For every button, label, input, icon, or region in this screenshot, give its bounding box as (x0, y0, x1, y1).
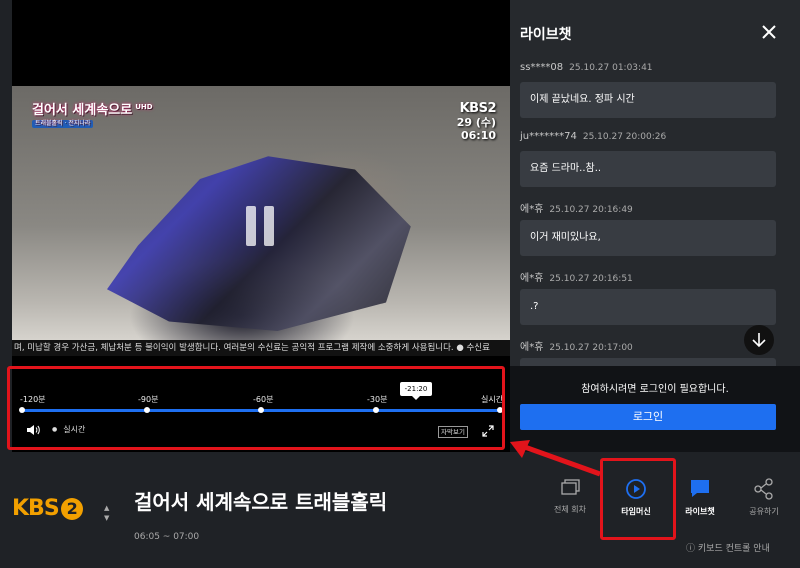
annotation-arrow (510, 440, 601, 477)
all-episodes-button[interactable]: 전체 회차 (540, 478, 600, 515)
channel-bug-logo: KBS2 (459, 101, 497, 116)
share-button[interactable]: 공유하기 (734, 478, 794, 517)
kbs-logo: KBS 2 (12, 496, 83, 521)
scroll-down-button[interactable] (744, 325, 774, 355)
program-title: 걸어서 세계속으로 트래블홀릭 (134, 490, 388, 514)
share-icon (754, 478, 773, 500)
timemachine-highlight-box (600, 458, 676, 540)
chat-time: 25.10.27 20:16:51 (549, 274, 633, 284)
chat-text: .? (520, 289, 776, 325)
chat-time: 25.10.27 20:00:26 (582, 132, 667, 142)
chat-time: 25.10.27 01:03:41 (569, 63, 653, 73)
chat-bubble-icon (691, 480, 709, 497)
broadcast-date: 29 (수) (456, 115, 496, 129)
broadcast-time: 06:10 (460, 128, 496, 142)
episodes-icon (561, 479, 580, 495)
channel-stepper[interactable]: ▲ ▼ (104, 503, 109, 523)
program-time: 06:05 ~ 07:00 (134, 532, 200, 542)
chat-message: ss****08 25.10.27 01:03:41 이제 끝났네요. 정파 시간 (520, 62, 776, 118)
channel-bug: KBS2 29 (수) 06:10 (456, 101, 497, 142)
chat-message: ju*******74 25.10.27 20:00:26 요즘 드라마..참.. (520, 131, 776, 187)
chat-title: 라이브챗 (520, 27, 572, 43)
keyboard-guide-link[interactable]: ⓘ 키보드 컨트롤 안내 (686, 541, 770, 554)
chat-text: 이제 끝났네요. 정파 시간 (520, 82, 776, 118)
chat-message: 에*휴 25.10.27 20:16:51 .? (520, 269, 776, 325)
chat-time: 25.10.27 20:17:00 (549, 343, 633, 353)
chat-time: 25.10.27 20:16:49 (549, 205, 633, 215)
info-icon: ⓘ (686, 544, 696, 554)
pause-icon[interactable] (246, 206, 276, 246)
timemachine-highlight-box (7, 366, 505, 450)
chat-text: 이거 재미있나요, (520, 220, 776, 256)
arrow-down-icon (752, 333, 766, 348)
chat-user: 에*휴 (520, 204, 544, 215)
chat-user: 에*휴 (520, 273, 544, 284)
chat-user: ss****08 (520, 62, 564, 73)
login-button[interactable]: 로그인 (520, 404, 776, 430)
show-logo: 걸어서 세계속으로 UHD 트래블홀릭 · 전지나라 (32, 103, 153, 128)
livechat-button[interactable]: 라이브챗 (670, 478, 730, 517)
chat-user: 에*휴 (520, 342, 544, 353)
live-chat-panel: 라이브챗 ss****08 25.10.27 01:03:41 이제 끝났네요. … (510, 0, 800, 452)
chat-message: 에*휴 25.10.27 20:16:49 이거 재미있나요, (520, 200, 776, 256)
news-ticker: 며, 미납할 경우 가산금, 체납처분 등 불이익이 발생합니다. 여러분의 수… (12, 340, 510, 356)
chat-text: 요즘 드라마..참.. (520, 151, 776, 187)
login-message: 참여하시려면 로그인이 필요합니다. (581, 384, 729, 395)
chat-user: ju*******74 (520, 131, 577, 142)
close-icon[interactable] (762, 25, 776, 39)
